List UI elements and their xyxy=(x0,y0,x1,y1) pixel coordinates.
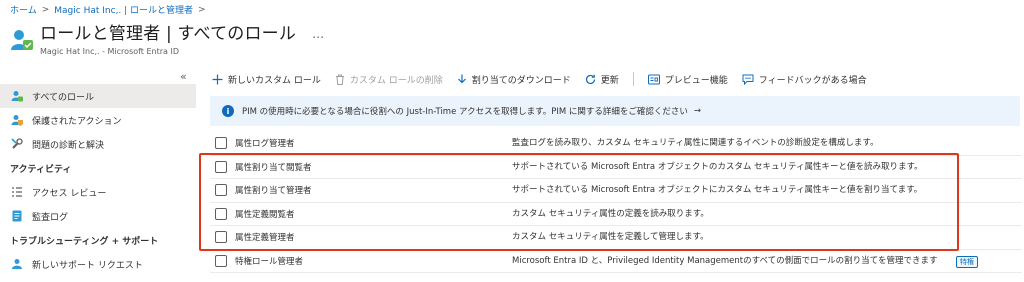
trash-icon xyxy=(335,74,345,85)
sidebar-item-label: 監査ログ xyxy=(32,212,69,223)
role-name-link[interactable]: 属性割り当て管理者 xyxy=(235,184,312,196)
role-description: Microsoft Entra ID と、Privileged Identity… xyxy=(512,255,938,266)
role-description: カスタム セキュリティ属性の定義を読み取ります。 xyxy=(512,208,709,219)
pim-info-banner[interactable]: i PIM の使用時に必要となる場合に役割への Just-In-Time アクセ… xyxy=(210,96,1020,126)
audit-log-icon xyxy=(10,209,24,223)
feedback-label: フィードバックがある場合 xyxy=(758,75,867,86)
breadcrumb-roles-admins[interactable]: Magic Hat Inc,. | ロールと管理者 xyxy=(54,3,193,16)
role-description: サポートされている Microsoft Entra オブジェクトのカスタム セキ… xyxy=(512,161,923,172)
sidebar-item-protected-actions[interactable]: 保護されたアクション xyxy=(0,108,196,132)
sidebar-section-support: トラブルシューティング + サポート xyxy=(10,236,159,247)
delete-custom-role-label: カスタム ロールの削除 xyxy=(349,75,443,86)
new-custom-role-button[interactable]: 新しいカスタム ロール xyxy=(212,73,321,86)
chevron-right-icon: > xyxy=(41,4,50,15)
table-row[interactable]: 属性定義管理者 カスタム セキュリティ属性を定義して管理します。 xyxy=(210,226,1022,250)
chevron-right-icon: > xyxy=(198,4,206,15)
page-subtitle: Magic Hat Inc,. - Microsoft Entra ID xyxy=(40,47,179,56)
sidebar-item-label: 保護されたアクション xyxy=(32,116,122,127)
refresh-icon xyxy=(585,74,596,85)
role-description: カスタム セキュリティ属性を定義して管理します。 xyxy=(512,232,709,242)
sidebar-item-access-review[interactable]: アクセス レビュー xyxy=(0,180,196,204)
info-icon: i xyxy=(222,105,234,117)
support-request-icon xyxy=(10,257,24,271)
sidebar-item-label: アクセス レビュー xyxy=(32,188,107,199)
sidebar-item-label: 新しいサポート リクエスト xyxy=(32,260,143,271)
sidebar-item-label: 問題の診断と解決 xyxy=(32,140,105,151)
table-row[interactable]: 特権ロール管理者 Microsoft Entra ID と、Privileged… xyxy=(210,250,1022,273)
role-description: サポートされている Microsoft Entra オブジェクトにカスタム セキ… xyxy=(512,185,923,195)
refresh-button[interactable]: 更新 xyxy=(585,73,619,86)
breadcrumb-home[interactable]: ホーム xyxy=(10,3,37,16)
sidebar-section-activity: アクティビティ xyxy=(10,164,72,175)
role-name-link[interactable]: 特権ロール管理者 xyxy=(235,255,303,267)
sidebar-item-diagnose[interactable]: 問題の診断と解決 xyxy=(0,132,196,156)
sidebar-item-label: すべてのロール xyxy=(32,92,95,103)
row-checkbox[interactable] xyxy=(215,160,227,173)
table-row[interactable]: 属性割り当て管理者 サポートされている Microsoft Entra オブジェ… xyxy=(210,179,1022,203)
role-description: 監査ログを読み取り、カスタム セキュリティ属性に関連するイベントの診断設定を構成… xyxy=(512,138,879,148)
download-assignments-button[interactable]: 割り当てのダウンロード xyxy=(457,73,571,86)
command-bar: 新しいカスタム ロール カスタム ロールの削除 割り当てのダウンロード 更新 プ… xyxy=(212,70,881,88)
role-name-link[interactable]: 属性割り当て閲覧者 xyxy=(235,161,312,173)
protected-actions-icon xyxy=(10,113,24,127)
sidebar-item-audit-log[interactable]: 監査ログ xyxy=(0,204,196,228)
role-name-link[interactable]: 属性定義管理者 xyxy=(235,231,295,243)
preview-features-label: プレビュー機能 xyxy=(664,75,728,86)
toolbar-divider xyxy=(632,72,634,86)
download-icon xyxy=(457,74,467,85)
privileged-badge: 特権 xyxy=(956,255,978,268)
download-assignments-label: 割り当てのダウンロード xyxy=(471,75,571,86)
roles-table: 属性ログ管理者 監査ログを読み取り、カスタム セキュリティ属性に関連するイベント… xyxy=(210,132,1022,273)
row-checkbox[interactable] xyxy=(215,184,227,197)
row-checkbox[interactable] xyxy=(215,137,227,150)
banner-text: PIM の使用時に必要となる場合に役割への Just-In-Time アクセスを… xyxy=(242,107,688,117)
table-row[interactable]: 属性ログ管理者 監査ログを読み取り、カスタム セキュリティ属性に関連するイベント… xyxy=(210,132,1022,156)
row-checkbox[interactable] xyxy=(215,231,227,244)
sidebar-item-all-roles[interactable]: すべてのロール xyxy=(0,84,196,108)
table-row[interactable]: 属性定義閲覧者 カスタム セキュリティ属性の定義を読み取ります。 xyxy=(210,203,1022,226)
breadcrumb: ホーム > Magic Hat Inc,. | ロールと管理者 > xyxy=(10,3,206,17)
delete-custom-role-button[interactable]: カスタム ロールの削除 xyxy=(335,73,443,86)
row-checkbox[interactable] xyxy=(215,254,227,267)
feedback-button[interactable]: フィードバックがある場合 xyxy=(742,73,867,86)
role-name-link[interactable]: 属性定義閲覧者 xyxy=(235,208,295,220)
preview-features-button[interactable]: プレビュー機能 xyxy=(647,73,728,86)
arrow-right-icon: → xyxy=(693,106,702,116)
feedback-icon xyxy=(742,74,754,85)
roles-admin-icon xyxy=(10,28,34,54)
access-review-icon xyxy=(10,185,24,199)
sidebar: すべてのロール 保護されたアクション 問題の診断と解決 アクティビティ アクセス… xyxy=(0,84,196,276)
collapse-sidebar-icon[interactable]: « xyxy=(180,70,187,83)
roles-icon xyxy=(10,89,24,103)
role-name-link[interactable]: 属性ログ管理者 xyxy=(235,137,295,149)
more-options-icon[interactable]: … xyxy=(312,22,324,46)
row-checkbox[interactable] xyxy=(215,207,227,220)
wrench-icon xyxy=(10,137,24,151)
preview-icon xyxy=(647,74,660,85)
sidebar-item-new-support-request[interactable]: 新しいサポート リクエスト xyxy=(0,252,196,276)
plus-icon xyxy=(212,74,223,85)
new-custom-role-label: 新しいカスタム ロール xyxy=(228,75,321,86)
page-title: ロールと管理者 | すべてのロール xyxy=(40,24,297,44)
refresh-label: 更新 xyxy=(600,75,619,86)
table-row[interactable]: 属性割り当て閲覧者 サポートされている Microsoft Entra オブジェ… xyxy=(210,156,1022,179)
